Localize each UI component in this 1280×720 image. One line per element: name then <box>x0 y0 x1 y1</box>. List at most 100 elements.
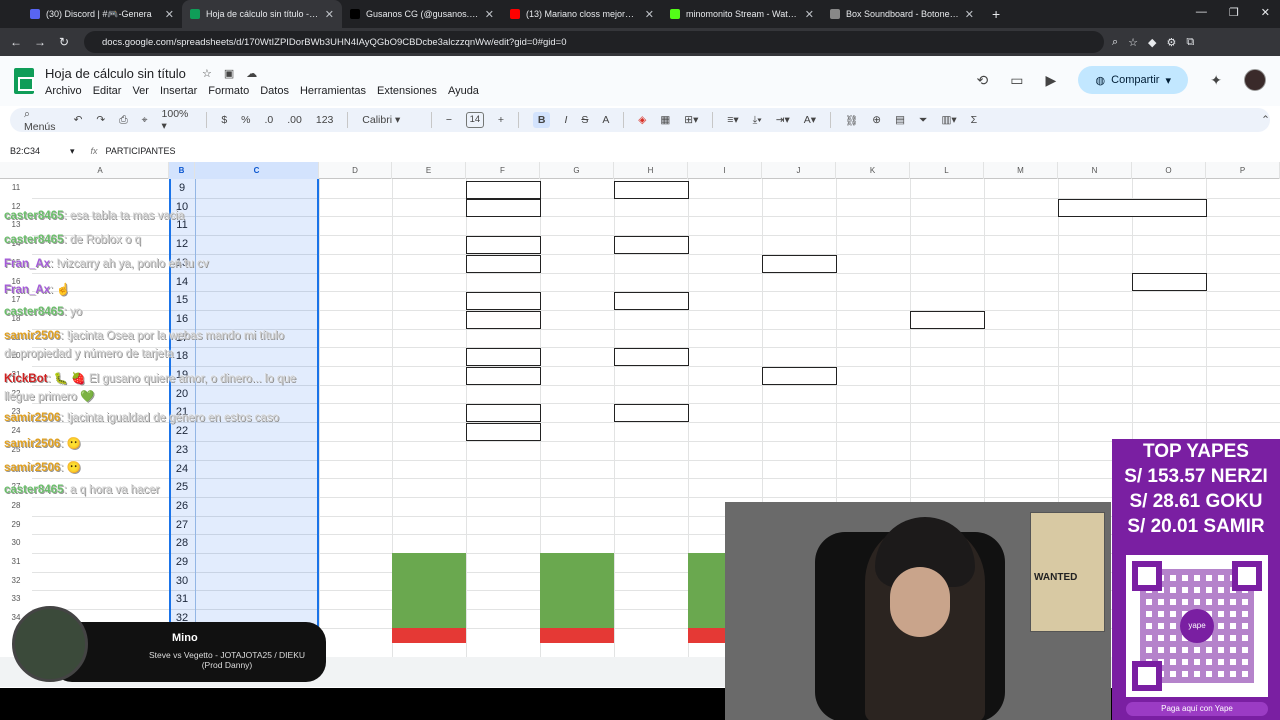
maximize-icon[interactable]: ❐ <box>1229 6 1239 19</box>
meet-icon[interactable]: ▶ <box>1045 72 1056 89</box>
row-header[interactable]: 32 <box>0 576 32 585</box>
functions-icon[interactable]: Σ <box>971 114 978 126</box>
sheets-logo-icon[interactable] <box>14 68 34 94</box>
star-icon[interactable]: ☆ <box>202 67 212 80</box>
undo-icon[interactable]: ↶ <box>74 114 83 126</box>
column-header[interactable]: C <box>195 162 319 179</box>
row-header[interactable]: 30 <box>0 538 32 547</box>
italic-button[interactable]: I <box>564 114 567 126</box>
bold-button[interactable]: B <box>532 112 551 128</box>
green-fill-cells[interactable] <box>540 553 614 628</box>
red-fill-cells[interactable] <box>688 628 726 643</box>
red-fill-cells[interactable] <box>540 628 614 643</box>
bracket-cell[interactable] <box>466 404 541 422</box>
bracket-cell[interactable] <box>466 367 541 385</box>
share-button[interactable]: ◍ Compartir ▾ <box>1078 66 1189 94</box>
bracket-cell[interactable] <box>466 255 541 273</box>
fill-color-icon[interactable]: ◈ <box>638 114 646 126</box>
vertical-align-icon[interactable]: ⤓▾ <box>753 114 762 127</box>
green-fill-cells[interactable] <box>688 553 726 628</box>
link-icon[interactable]: ⛓ <box>845 114 858 127</box>
cloud-status-icon[interactable]: ☁ <box>246 67 257 80</box>
zoom-icon[interactable]: ⌕ <box>1112 36 1118 49</box>
close-tab-icon[interactable]: ✕ <box>165 8 174 21</box>
menu-item[interactable]: Archivo <box>45 85 82 97</box>
column-header[interactable]: J <box>762 162 836 179</box>
percent-button[interactable]: % <box>241 114 250 126</box>
minimize-icon[interactable]: — <box>1196 6 1207 19</box>
bracket-cell[interactable] <box>466 236 541 254</box>
font-size-increase-button[interactable]: + <box>498 114 504 126</box>
document-title[interactable]: Hoja de cálculo sin título <box>45 66 186 81</box>
column-header[interactable]: L <box>910 162 984 179</box>
menu-item[interactable]: Ayuda <box>448 85 479 97</box>
column-header[interactable]: D <box>319 162 392 179</box>
bracket-cell[interactable] <box>466 311 541 329</box>
row-header[interactable]: 17 <box>0 295 32 304</box>
browser-tab[interactable]: (13) Mariano closs mejores rela ✕ <box>502 0 662 28</box>
selected-range[interactable] <box>169 179 319 629</box>
name-box[interactable]: B2:C34 <box>0 146 70 156</box>
puzzle-icon[interactable]: ⧉ <box>1186 36 1194 49</box>
reload-icon[interactable]: ↻ <box>52 35 76 49</box>
filter-icon[interactable]: ⏷ <box>919 114 927 127</box>
gemini-icon[interactable]: ✦ <box>1210 72 1222 89</box>
bracket-cell[interactable] <box>910 311 985 329</box>
row-header[interactable]: 28 <box>0 501 32 510</box>
formula-input[interactable]: PARTICIPANTES <box>106 146 176 156</box>
zoom-select[interactable]: 100% ▾ <box>162 108 193 132</box>
browser-tab[interactable]: Gusanos CG (@gusanos.cg) | Ti ✕ <box>342 0 502 28</box>
text-wrap-icon[interactable]: ⇥▾ <box>776 114 790 126</box>
strikethrough-button[interactable]: S <box>581 114 588 126</box>
bracket-cell[interactable] <box>762 255 837 273</box>
close-tab-icon[interactable]: ✕ <box>965 8 974 21</box>
redo-icon[interactable]: ↷ <box>96 114 105 126</box>
print-icon[interactable]: ⎙ <box>119 114 127 127</box>
column-header[interactable]: F <box>466 162 540 179</box>
column-header[interactable]: E <box>392 162 466 179</box>
row-header[interactable]: 11 <box>0 183 32 192</box>
column-header[interactable]: N <box>1058 162 1132 179</box>
bracket-cell[interactable] <box>466 348 541 366</box>
column-header[interactable]: B <box>169 162 195 179</box>
bracket-cell[interactable] <box>1132 273 1207 291</box>
borders-icon[interactable]: ▦ <box>660 114 670 126</box>
insert-comment-icon[interactable]: ⊕ <box>872 114 881 126</box>
font-size-input[interactable]: 14 <box>465 112 484 128</box>
collapse-toolbar-icon[interactable]: ⌃ <box>1261 114 1270 126</box>
back-icon[interactable]: ← <box>4 35 28 49</box>
text-rotation-icon[interactable]: A▾ <box>804 114 816 126</box>
bracket-cell[interactable] <box>466 292 541 310</box>
bracket-cell[interactable] <box>466 181 541 199</box>
bracket-cell[interactable] <box>614 404 689 422</box>
bracket-cell[interactable] <box>614 292 689 310</box>
column-header[interactable]: I <box>688 162 762 179</box>
menu-item[interactable]: Herramientas <box>300 85 366 97</box>
history-icon[interactable]: ⟲ <box>977 72 989 89</box>
menu-item[interactable]: Ver <box>132 85 149 97</box>
close-tab-icon[interactable]: ✕ <box>805 8 814 21</box>
search-menus[interactable]: ⌕ Menús <box>24 108 60 133</box>
close-tab-icon[interactable]: ✕ <box>485 8 494 21</box>
paint-format-icon[interactable]: ⌖ <box>142 114 148 127</box>
filter-views-icon[interactable]: ▥▾ <box>941 114 956 126</box>
text-color-button[interactable]: A <box>602 114 609 126</box>
browser-tab[interactable]: minomonito Stream - Watch Li ✕ <box>662 0 822 28</box>
bracket-cell[interactable] <box>614 236 689 254</box>
row-header[interactable]: 24 <box>0 426 32 435</box>
menu-item[interactable]: Datos <box>260 85 289 97</box>
close-tab-icon[interactable]: ✕ <box>325 8 334 21</box>
font-size-decrease-button[interactable]: − <box>446 114 452 126</box>
column-header[interactable]: M <box>984 162 1058 179</box>
menu-item[interactable]: Formato <box>208 85 249 97</box>
browser-tab[interactable]: Box Soundboard - Botones de ✕ <box>822 0 982 28</box>
browser-tab[interactable]: Hoja de cálculo sin título - Hoja ✕ <box>182 0 342 28</box>
increase-decimal-button[interactable]: .00 <box>287 114 302 126</box>
more-formats-button[interactable]: 123 <box>316 114 334 126</box>
bracket-cell[interactable] <box>614 348 689 366</box>
column-header[interactable]: O <box>1132 162 1206 179</box>
row-header[interactable]: 31 <box>0 557 32 566</box>
menu-item[interactable]: Extensiones <box>377 85 437 97</box>
new-tab-button[interactable]: + <box>992 6 1000 22</box>
url-field[interactable]: docs.google.com/spreadsheets/d/170WtIZPI… <box>84 31 1104 53</box>
